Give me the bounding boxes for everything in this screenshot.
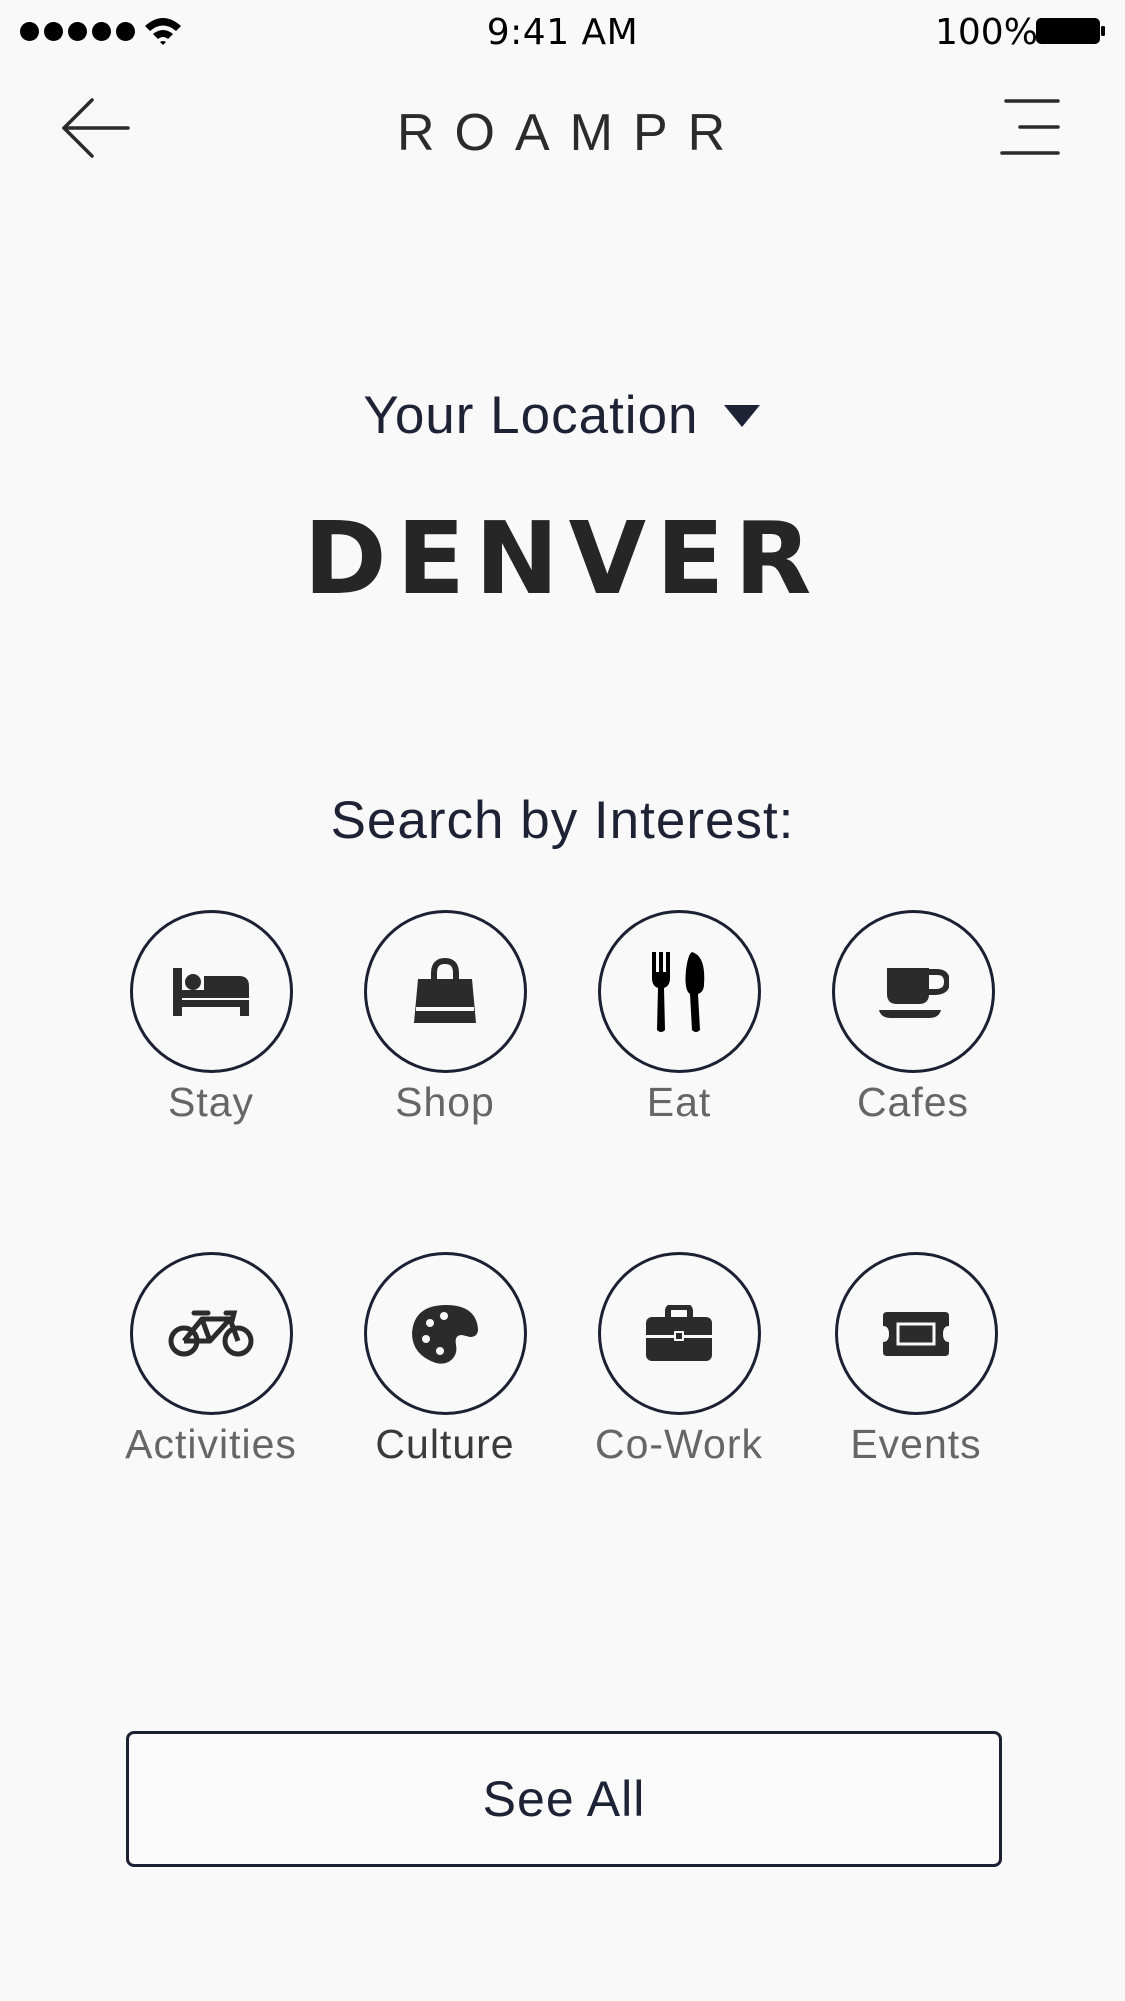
battery-icon	[1036, 18, 1105, 44]
interest-label: Stay	[167, 1079, 255, 1125]
interest-circle	[363, 1252, 527, 1415]
hamburger-menu-icon	[1000, 99, 1060, 155]
interest-label: Activities	[125, 1421, 297, 1467]
interest-label: Eat	[646, 1079, 712, 1125]
see-all-button[interactable]: See All	[126, 1731, 1002, 1867]
interest-circle	[363, 910, 527, 1073]
interest-activities[interactable]: Activities	[111, 1252, 311, 1468]
interest-circle	[129, 1252, 293, 1415]
app-logo: ROAMPRO	[0, 100, 1125, 164]
briefcase-icon	[646, 1304, 712, 1361]
caret-down-icon	[723, 404, 760, 427]
interest-circle	[597, 910, 761, 1073]
status-bar: 9:41 AM 100%	[0, 0, 1125, 70]
interest-circle	[834, 1252, 998, 1415]
battery-percentage: 100%	[935, 12, 1038, 53]
interest-shop[interactable]: Shop	[345, 910, 545, 1126]
menu-button[interactable]	[996, 95, 1062, 159]
shopping-bag-icon	[414, 957, 476, 1023]
search-by-interest-heading: Search by Interest:	[330, 791, 795, 850]
interest-label: Cafes	[856, 1079, 970, 1125]
interest-label: Shop	[395, 1079, 495, 1125]
interest-label: Culture	[375, 1421, 515, 1467]
interest-circle	[597, 1252, 761, 1415]
bicycle-icon	[168, 1310, 254, 1356]
interest-eat[interactable]: Eat	[579, 910, 779, 1126]
interest-stay[interactable]: Stay	[111, 910, 311, 1126]
interest-cafes[interactable]: Cafes	[813, 910, 1013, 1126]
coffee-cup-icon	[879, 967, 949, 1018]
city-name: DENVER	[303, 500, 822, 617]
interest-label: Co-Work	[595, 1421, 763, 1467]
fork-knife-icon	[652, 951, 705, 1032]
palette-icon	[412, 1304, 478, 1364]
interest-co-work[interactable]: Co-Work	[579, 1252, 779, 1468]
bed-icon	[173, 967, 249, 1016]
ticket-icon	[883, 1311, 949, 1356]
location-label: Your Location	[363, 386, 699, 445]
interest-culture[interactable]: Culture	[345, 1252, 545, 1468]
logo-text: ROAMPRO	[397, 104, 733, 162]
interest-events[interactable]: Events	[816, 1252, 1016, 1468]
navigation-bar: ROAMPRO	[0, 70, 1125, 190]
location-selector[interactable]: Your Location	[0, 385, 1125, 446]
interest-circle	[831, 910, 995, 1073]
interest-label: Events	[850, 1421, 982, 1467]
interest-circle	[129, 910, 293, 1073]
